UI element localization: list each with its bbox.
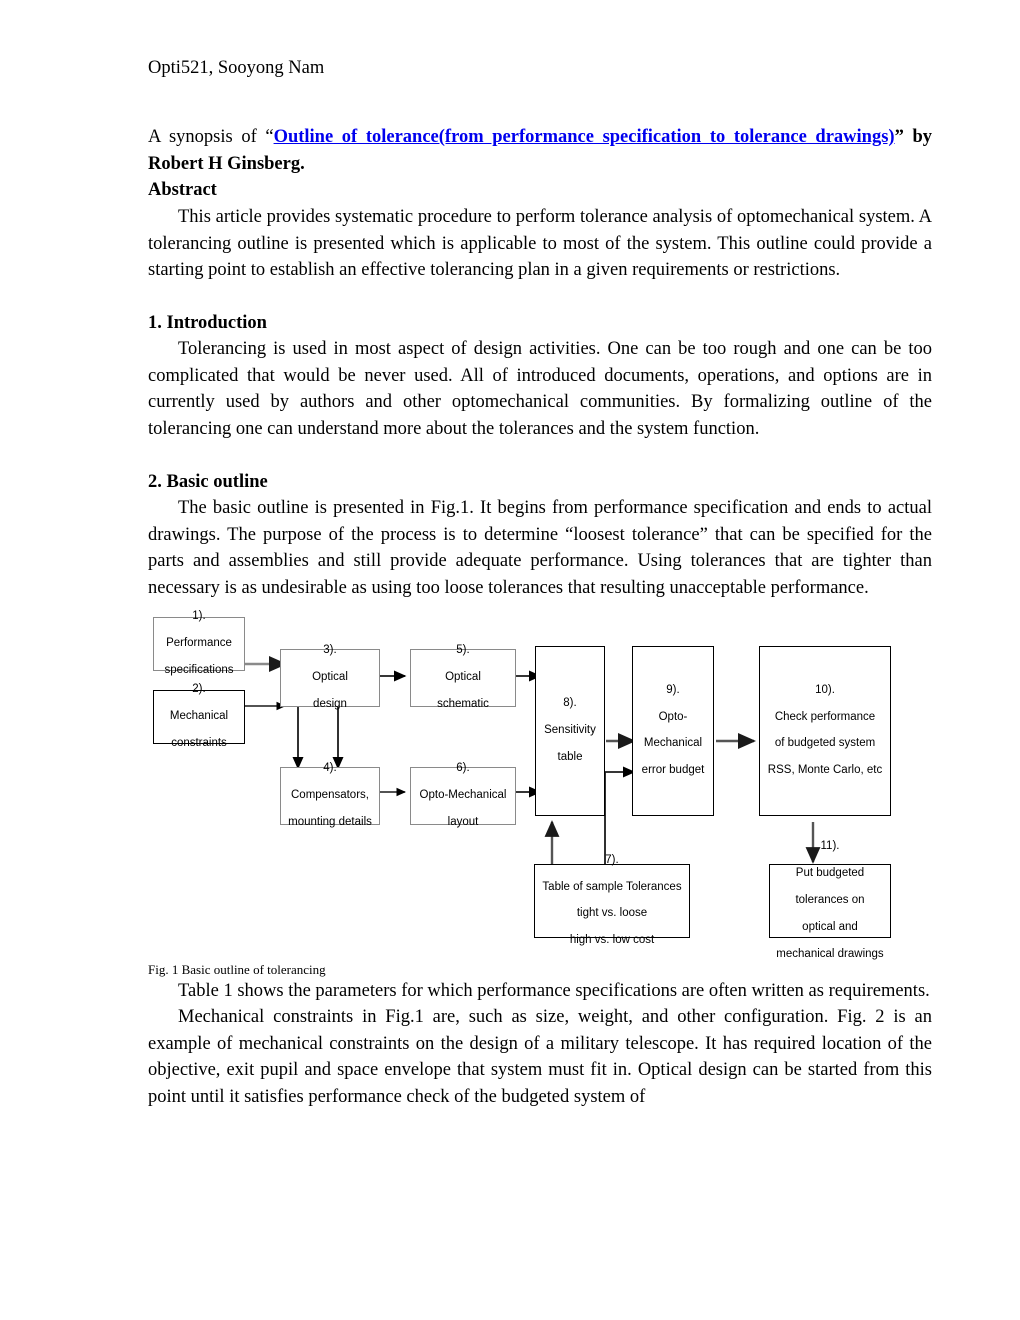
node-line: constraints (171, 736, 227, 749)
flow-node-put-budgeted-tolerances[interactable]: 11). Put budgeted tolerances on optical … (769, 840, 891, 960)
flow-node-opto-mechanical-layout[interactable]: 6). Opto-Mechanical layout (410, 762, 516, 828)
flow-node-sensitivity-table[interactable]: 8). Sensitivity table (535, 645, 605, 816)
node-line: schematic (437, 697, 489, 710)
node-line: Compensators, (291, 788, 369, 801)
node-line: Mechanical (643, 737, 703, 750)
node-line: tight vs. loose (576, 907, 648, 920)
node-number: 1). (192, 610, 206, 623)
node-line: Optical (312, 670, 348, 683)
node-line: Table of sample Tolerances (542, 880, 682, 893)
flow-node-compensators-mounting-details[interactable]: 4). Compensators, mounting details (280, 762, 380, 828)
node-line: Put budgeted (795, 867, 865, 880)
node-number: 7). (605, 853, 619, 866)
document-page: Opti521, Sooyong Nam A synopsis of “Outl… (0, 0, 1020, 1320)
flow-node-table-of-sample-tolerances[interactable]: 7). Table of sample Tolerances tight vs.… (534, 854, 690, 946)
title-prefix: A synopsis of “ (148, 127, 274, 148)
node-line: tolerances on (795, 893, 865, 906)
paragraph-mechanical-constraints: Mechanical constraints in Fig.1 are, suc… (148, 1007, 932, 1107)
node-line: design (313, 697, 347, 710)
node-number: 10). (815, 683, 835, 696)
node-number: 3). (323, 644, 337, 657)
node-line: Opto-Mechanical (419, 788, 507, 801)
node-line: Mechanical (169, 709, 229, 722)
section-1-heading: 1. Introduction (148, 312, 267, 333)
node-line: mounting details (288, 815, 372, 828)
section-1-paragraph: Tolerancing is used in most aspect of de… (148, 339, 932, 440)
node-line: layout (447, 815, 479, 828)
flow-node-optical-schematic[interactable]: 5). Optical schematic (410, 644, 516, 710)
figure-1-caption: Fig. 1 Basic outline of tolerancing (148, 961, 326, 977)
node-number: 6). (456, 762, 470, 775)
flow-node-opto-mechanical-error-budget[interactable]: 9). Opto- Mechanical error budget (632, 645, 714, 816)
node-number: 8). (563, 697, 577, 710)
figure-1-flow-diagram: 1). Performance specifications 2). Mecha… (148, 610, 932, 962)
running-head: Opti521, Sooyong Nam (148, 58, 325, 78)
node-line: Performance (166, 636, 232, 649)
abstract-paragraph: This article provides systematic procedu… (148, 206, 932, 281)
node-line: of budgeted system (774, 737, 876, 750)
node-line: table (557, 750, 583, 763)
node-number: 4). (323, 762, 337, 775)
node-line: RSS, Monte Carlo, etc (767, 764, 883, 777)
node-number: 9). (666, 683, 680, 696)
section-2-paragraph: The basic outline is presented in Fig.1.… (148, 498, 932, 599)
node-line: error budget (641, 764, 705, 777)
section-2-heading: 2. Basic outline (148, 471, 268, 492)
flow-node-performance-specifications[interactable]: 1). Performance specifications (153, 610, 245, 676)
flow-node-optical-design[interactable]: 3). Optical design (280, 644, 380, 710)
node-line: Opto- (658, 710, 688, 723)
node-number: 5). (456, 644, 470, 657)
node-number: 11). (820, 840, 840, 853)
abstract-heading: Abstract (148, 180, 217, 201)
node-line: Check performance (774, 710, 876, 723)
node-line: optical and (802, 920, 858, 933)
source-paper-link[interactable]: Outline of tolerance(from performance sp… (274, 127, 895, 147)
synopsis-title-line: A synopsis of “Outline of tolerance(from… (148, 124, 932, 177)
node-line: mechanical drawings (776, 947, 884, 960)
node-line: Sensitivity (544, 723, 596, 736)
node-line: specifications (164, 663, 234, 676)
node-line: Optical (445, 670, 481, 683)
node-number: 2). (192, 683, 206, 696)
node-line: high vs. low cost (569, 934, 655, 947)
flow-node-mechanical-constraints[interactable]: 2). Mechanical constraints (153, 683, 245, 749)
flow-node-check-performance[interactable]: 10). Check performance of budgeted syste… (759, 645, 891, 816)
document-content: Opti521, Sooyong Nam A synopsis of “Outl… (148, 57, 932, 1111)
paragraph-table-1: Table 1 shows the parameters for which p… (178, 980, 930, 1001)
